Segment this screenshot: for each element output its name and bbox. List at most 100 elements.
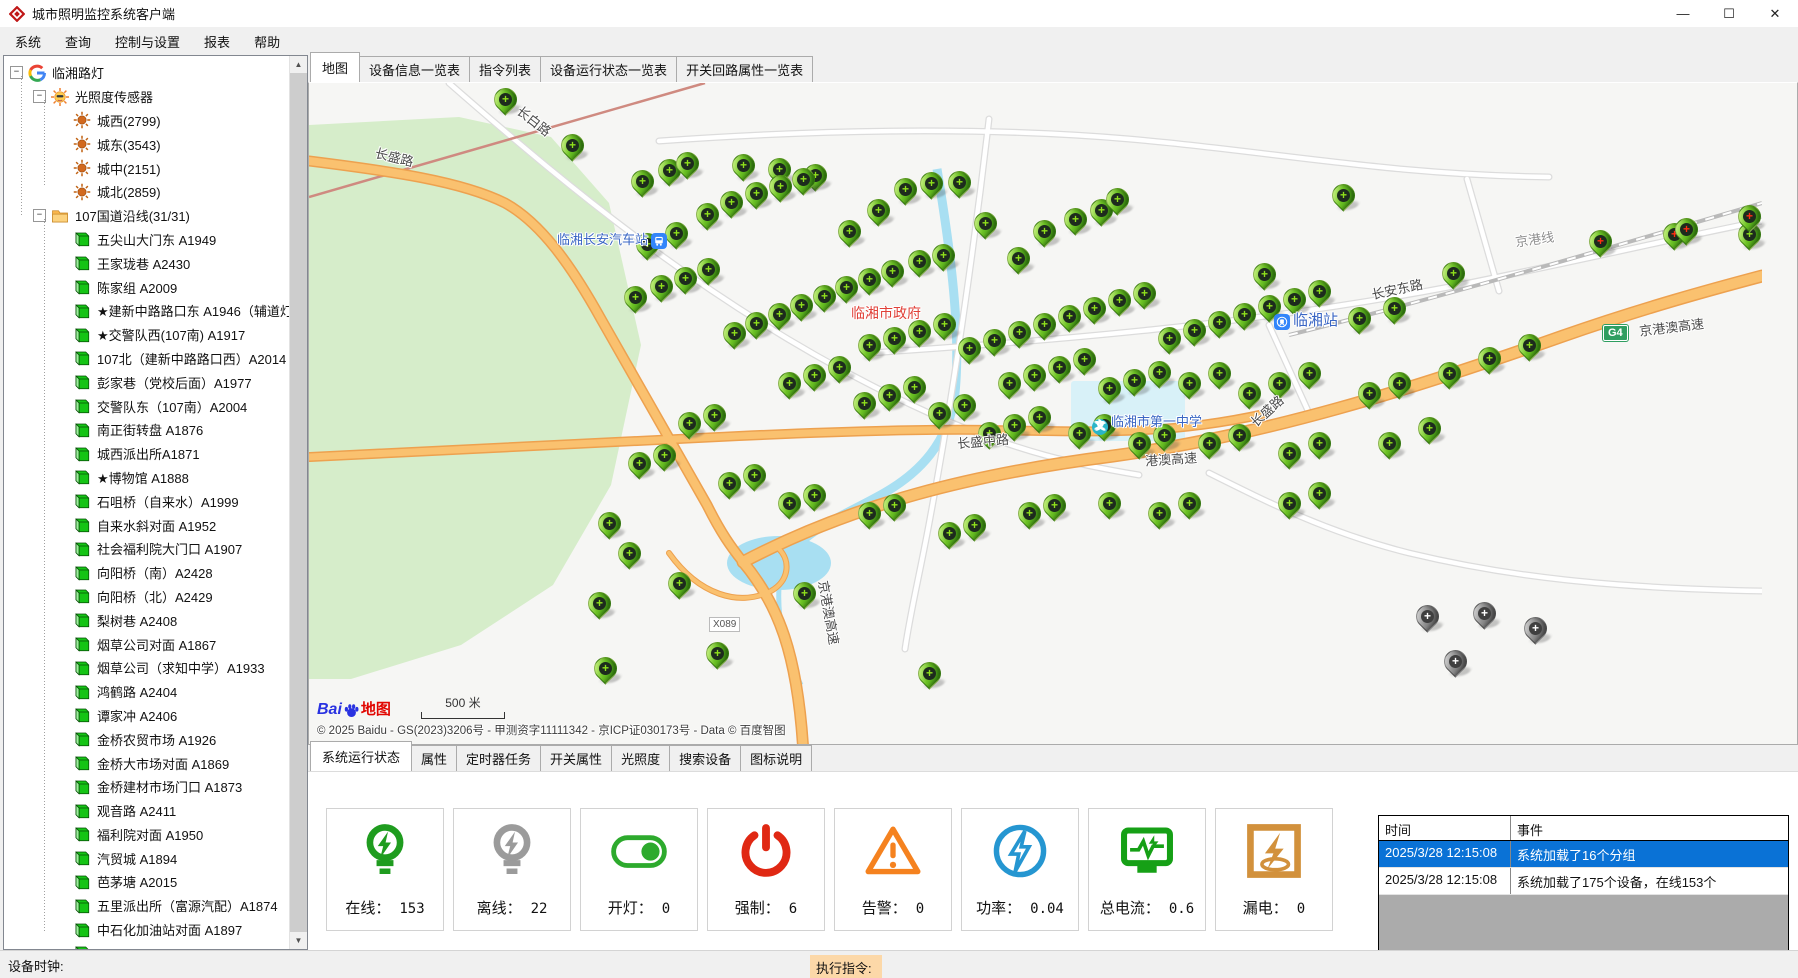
device-pin-online[interactable] (953, 394, 975, 424)
device-pin-online[interactable] (883, 327, 905, 357)
tree-item[interactable]: 向阳桥（北）A2429 (4, 585, 289, 609)
device-pin-online[interactable] (1388, 372, 1410, 402)
device-pin-online[interactable] (1028, 406, 1050, 436)
device-pin-online[interactable] (720, 191, 742, 221)
tree-item[interactable]: 南正街转盘 A1876 (4, 418, 289, 442)
tree-item[interactable]: 金桥农贸市场 A1926 (4, 727, 289, 751)
device-pin-online[interactable] (1106, 188, 1128, 218)
device-pin-online[interactable] (653, 444, 675, 474)
tree-item[interactable]: 社会福利院大门口 A1907 (4, 537, 289, 561)
close-button[interactable]: ✕ (1752, 0, 1798, 27)
device-pin-alarm[interactable] (1675, 218, 1697, 248)
tab[interactable]: 系统运行状态 (310, 741, 412, 771)
tab[interactable]: 指令列表 (469, 56, 541, 82)
device-pin-online[interactable] (933, 313, 955, 343)
device-pin-online[interactable] (778, 372, 800, 402)
device-pin-online[interactable] (1518, 334, 1540, 364)
device-pin-online[interactable] (803, 364, 825, 394)
device-pin-online[interactable] (1043, 494, 1065, 524)
device-pin-online[interactable] (903, 376, 925, 406)
event-row[interactable]: 2025/3/28 12:15:08系统加载了16个分组 (1379, 841, 1788, 868)
device-pin-online[interactable] (867, 199, 889, 229)
device-pin-online[interactable] (1253, 263, 1275, 293)
device-pin-online[interactable] (983, 329, 1005, 359)
device-pin-offline[interactable] (1473, 602, 1495, 632)
device-pin-online[interactable] (769, 175, 791, 205)
device-pin-online[interactable] (1108, 289, 1130, 319)
device-pin-online[interactable] (908, 320, 930, 350)
tree-item[interactable]: 向阳桥（南）A2428 (4, 561, 289, 585)
device-pin-online[interactable] (958, 337, 980, 367)
device-pin-online[interactable] (561, 134, 583, 164)
device-pin-online[interactable] (1298, 362, 1320, 392)
device-pin-online[interactable] (813, 285, 835, 315)
event-row[interactable]: 2025/3/28 12:15:08系统加载了175个设备，在线153个 (1379, 868, 1788, 895)
device-pin-online[interactable] (1308, 280, 1330, 310)
tree-item[interactable]: 王家珑巷 A2430 (4, 251, 289, 275)
menu-item[interactable]: 查询 (53, 27, 103, 56)
device-pin-online[interactable] (703, 404, 725, 434)
device-pin-online[interactable] (858, 502, 880, 532)
tree-item[interactable]: 烟草公司（求知中学）A1933 (4, 656, 289, 680)
tree-item[interactable]: 城北(2859) (4, 180, 289, 204)
device-pin-online[interactable] (963, 514, 985, 544)
device-pin-online[interactable] (1068, 422, 1090, 452)
tab[interactable]: 定时器任务 (456, 745, 541, 771)
device-pin-online[interactable] (858, 334, 880, 364)
device-pin-online[interactable] (793, 582, 815, 612)
device-pin-online[interactable] (1158, 327, 1180, 357)
tree-scrollbar[interactable]: ▲ ▼ (289, 56, 307, 949)
tab[interactable]: 设备信息一览表 (359, 56, 470, 82)
device-pin-online[interactable] (948, 171, 970, 201)
device-pin-alarm[interactable] (1738, 205, 1760, 235)
tree-item[interactable]: ★交警队西(107南) A1917 (4, 323, 289, 347)
device-pin-online[interactable] (1033, 220, 1055, 250)
device-pin-online[interactable] (745, 182, 767, 212)
tree-item[interactable]: 石咀桥（自来水）A1999 (4, 489, 289, 513)
tree-item[interactable]: 城东(3543) (4, 132, 289, 156)
device-pin-online[interactable] (706, 642, 728, 672)
device-pin-online[interactable] (1178, 492, 1200, 522)
tree-item[interactable]: 陈家组 A2009 (4, 275, 289, 299)
device-pin-online[interactable] (1378, 432, 1400, 462)
tree-item[interactable]: 梨树巷 A2408 (4, 608, 289, 632)
device-pin-online[interactable] (1198, 432, 1220, 462)
scrollbar-up-icon[interactable]: ▲ (290, 56, 307, 73)
tree-item[interactable]: 谭家冲 A2406 (4, 704, 289, 728)
device-pin-online[interactable] (650, 275, 672, 305)
device-pin-offline[interactable] (1524, 617, 1546, 647)
device-pin-online[interactable] (745, 312, 767, 342)
tree-item[interactable]: 107国道沿线(31/31) (4, 204, 289, 228)
device-pin-online[interactable] (918, 662, 940, 692)
tree-item[interactable]: 烟草公司对面 A1867 (4, 632, 289, 656)
device-pin-online[interactable] (1358, 382, 1380, 412)
device-pin-online[interactable] (631, 170, 653, 200)
device-pin-online[interactable] (883, 494, 905, 524)
device-pin-online[interactable] (1023, 364, 1045, 394)
device-pin-online[interactable] (588, 592, 610, 622)
device-pin-online[interactable] (881, 260, 903, 290)
device-pin-online[interactable] (668, 572, 690, 602)
device-pin-online[interactable] (723, 322, 745, 352)
device-pin-online[interactable] (835, 276, 857, 306)
device-pin-online[interactable] (1418, 417, 1440, 447)
tree-item[interactable]: 彭家巷（党校后面）A1977 (4, 370, 289, 394)
device-pin-online[interactable] (838, 220, 860, 250)
device-pin-online[interactable] (1438, 362, 1460, 392)
device-pin-online[interactable] (932, 244, 954, 274)
tab[interactable]: 搜索设备 (669, 745, 741, 771)
tab[interactable]: 开关回路属性一览表 (676, 56, 813, 82)
device-pin-online[interactable] (790, 294, 812, 324)
device-pin-online[interactable] (743, 464, 765, 494)
device-pin-online[interactable] (674, 267, 696, 297)
tree-item[interactable]: 中石化加油站对面 A1897 (4, 918, 289, 942)
device-pin-online[interactable] (1098, 492, 1120, 522)
device-pin-online[interactable] (928, 402, 950, 432)
tree-item[interactable]: 五尖山大门东 A1949 (4, 228, 289, 252)
device-pin-online[interactable] (1148, 502, 1170, 532)
device-pin-online[interactable] (853, 392, 875, 422)
tree-item[interactable]: 自来水斜对面 A1952 (4, 513, 289, 537)
device-pin-online[interactable] (1183, 319, 1205, 349)
tree-item[interactable]: 107北（建新中路路口西）A2014 (4, 347, 289, 371)
device-pin-online[interactable] (894, 178, 916, 208)
